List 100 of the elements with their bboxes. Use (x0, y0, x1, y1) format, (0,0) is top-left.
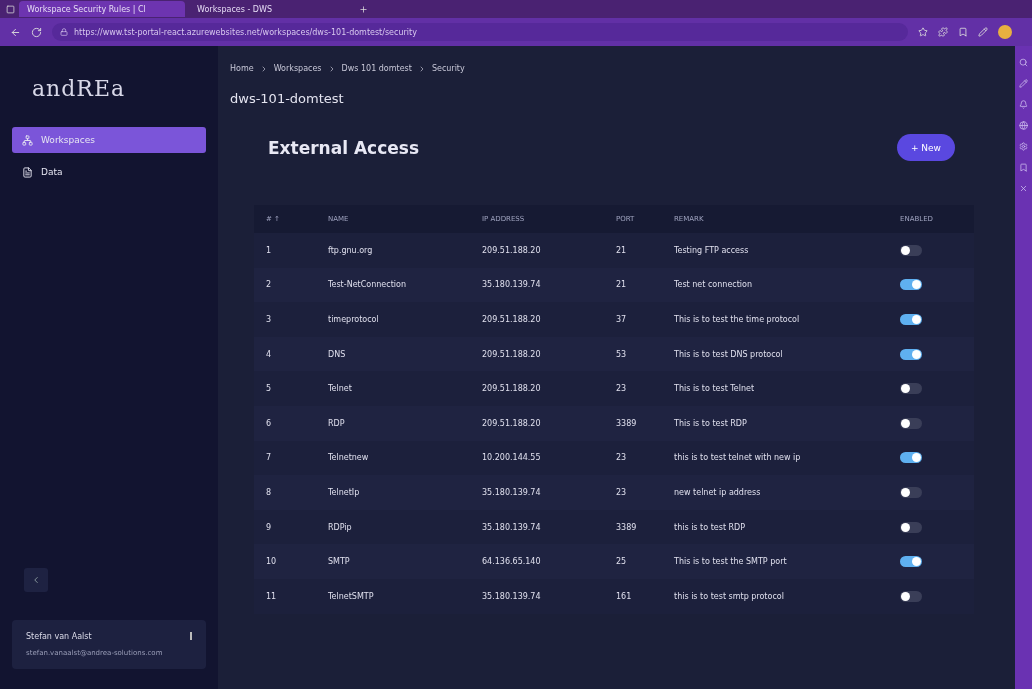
table-cell: This is to test RDP (662, 405, 888, 441)
reload-icon[interactable] (31, 26, 42, 38)
toggle-switch[interactable] (900, 452, 922, 464)
user-name: Stefan van Aalst (26, 632, 92, 641)
table-cell: 209.51.188.20 (470, 336, 604, 372)
toggle-switch[interactable] (900, 244, 922, 256)
table-cell: 6 (254, 405, 316, 441)
table-cell: 11 (254, 578, 316, 614)
table-cell: 5 (254, 371, 316, 406)
window-icon[interactable] (6, 4, 15, 14)
lock-icon (60, 28, 68, 36)
bookmark-icon[interactable] (958, 27, 968, 37)
table-cell: 21 (604, 267, 662, 303)
settings-icon[interactable] (1019, 142, 1028, 151)
address-field[interactable]: https://www.tst-portal-react.azurewebsites.net/workspaces/dws-101-domtest/security (52, 23, 908, 41)
table-cell: This is to test the SMTP port (662, 544, 888, 579)
network-icon (22, 134, 33, 146)
toggle-switch[interactable] (900, 348, 922, 360)
toggle-switch[interactable] (900, 383, 922, 395)
table-cell: 209.51.188.20 (470, 371, 604, 406)
extensions-icon[interactable] (938, 27, 948, 37)
table-cell: 25 (604, 544, 662, 579)
star-icon[interactable] (918, 27, 928, 37)
browser-tab[interactable]: Workspace Security Rules | Cl (19, 1, 185, 17)
toggle-switch[interactable] (900, 521, 922, 533)
table-cell: RDP (316, 405, 470, 441)
logo: andREa (31, 76, 127, 101)
breadcrumb-link[interactable]: Dws 101 domtest (341, 64, 412, 73)
table-cell: Test net connection (662, 267, 888, 303)
toggle-switch[interactable] (900, 279, 922, 291)
table-cell: Testing FTP access (662, 233, 888, 268)
table-cell: 10.200.144.55 (470, 440, 604, 476)
toggle-switch[interactable] (900, 486, 922, 498)
table-cell: 35.180.139.74 (470, 475, 604, 510)
table-cell: This is to test Telnet (662, 371, 888, 406)
chevron-icon (31, 575, 41, 585)
new-tab-icon[interactable] (359, 4, 368, 14)
table-cell: this is to test telnet with new ip (662, 440, 888, 476)
table-cell: 3 (254, 302, 316, 337)
table-cell: 3389 (604, 509, 662, 545)
table-cell: SMTP (316, 544, 470, 579)
new-button[interactable]: + New (896, 134, 955, 161)
table-cell: 3389 (604, 405, 662, 441)
table-cell: 35.180.139.74 (470, 578, 604, 614)
table-cell: This is to test the time protocol (662, 302, 888, 337)
toggle-switch[interactable] (900, 417, 922, 429)
toggle-switch[interactable] (900, 556, 922, 568)
globe-icon[interactable] (1019, 121, 1028, 130)
table-cell: 35.180.139.74 (470, 509, 604, 545)
pencil-icon[interactable] (978, 27, 988, 37)
table-cell: TelnetIp (316, 475, 470, 510)
table-cell: TelnetSMTP (316, 578, 470, 614)
sidebar-item[interactable]: Workspaces (12, 127, 206, 153)
sidebar-item[interactable]: Data (12, 159, 206, 185)
breadcrumb-link[interactable]: Security (431, 64, 465, 73)
back-icon[interactable] (10, 26, 21, 38)
workspace-title: dws-101-domtest (230, 91, 345, 106)
search-icon[interactable] (1019, 58, 1028, 67)
table-cell: this is to test RDP (662, 509, 888, 545)
breadcrumb-link[interactable]: Workspaces (273, 64, 322, 73)
browser-tab[interactable]: Workspaces - DWS (189, 1, 355, 17)
table-cell: 23 (604, 440, 662, 476)
table-cell: DNS (316, 336, 470, 372)
table-cell: Telnetnew (316, 440, 470, 476)
profile-avatar[interactable] (998, 25, 1012, 39)
toggle-switch[interactable] (900, 590, 922, 602)
bell-icon[interactable] (1019, 100, 1028, 109)
table-cell: 37 (604, 302, 662, 337)
bookmark-icon[interactable] (1019, 163, 1028, 172)
document-icon (22, 166, 33, 178)
table-cell: 4 (254, 336, 316, 372)
table-cell: 64.136.65.140 (470, 544, 604, 579)
table-cell: 21 (604, 233, 662, 268)
table-cell: 35.180.139.74 (470, 267, 604, 303)
table-cell: 209.51.188.20 (470, 302, 604, 337)
table-cell: this is to test smtp protocol (662, 578, 888, 614)
table-cell: 10 (254, 544, 316, 579)
table-cell: 8 (254, 475, 316, 510)
table-cell: 2 (254, 267, 316, 303)
table-cell: 9 (254, 509, 316, 545)
table-cell: RDPip (316, 509, 470, 545)
table-cell: ftp.gnu.org (316, 233, 470, 268)
table-cell: Test-NetConnection (316, 267, 470, 303)
table-cell: 161 (604, 578, 662, 614)
table-cell: 1 (254, 233, 316, 268)
table-cell: 53 (604, 336, 662, 372)
table-cell: timeprotocol (316, 302, 470, 337)
url-text: https://www.tst-portal-react.azurewebsites.net/workspaces/dws-101-domtest/security (74, 27, 417, 37)
table-cell: 23 (604, 371, 662, 406)
table-cell: 209.51.188.20 (470, 233, 604, 268)
pencil-icon[interactable] (1019, 79, 1028, 88)
section-title: External Access (268, 137, 420, 158)
table-cell: 23 (604, 475, 662, 510)
breadcrumb-link[interactable]: Home (230, 64, 254, 73)
table-cell: 209.51.188.20 (470, 405, 604, 441)
close-icon[interactable] (1019, 184, 1028, 193)
table-cell: Telnet (316, 371, 470, 406)
table-cell: This is to test DNS protocol (662, 336, 888, 372)
toggle-switch[interactable] (900, 314, 922, 325)
table-cell: 7 (254, 440, 316, 476)
